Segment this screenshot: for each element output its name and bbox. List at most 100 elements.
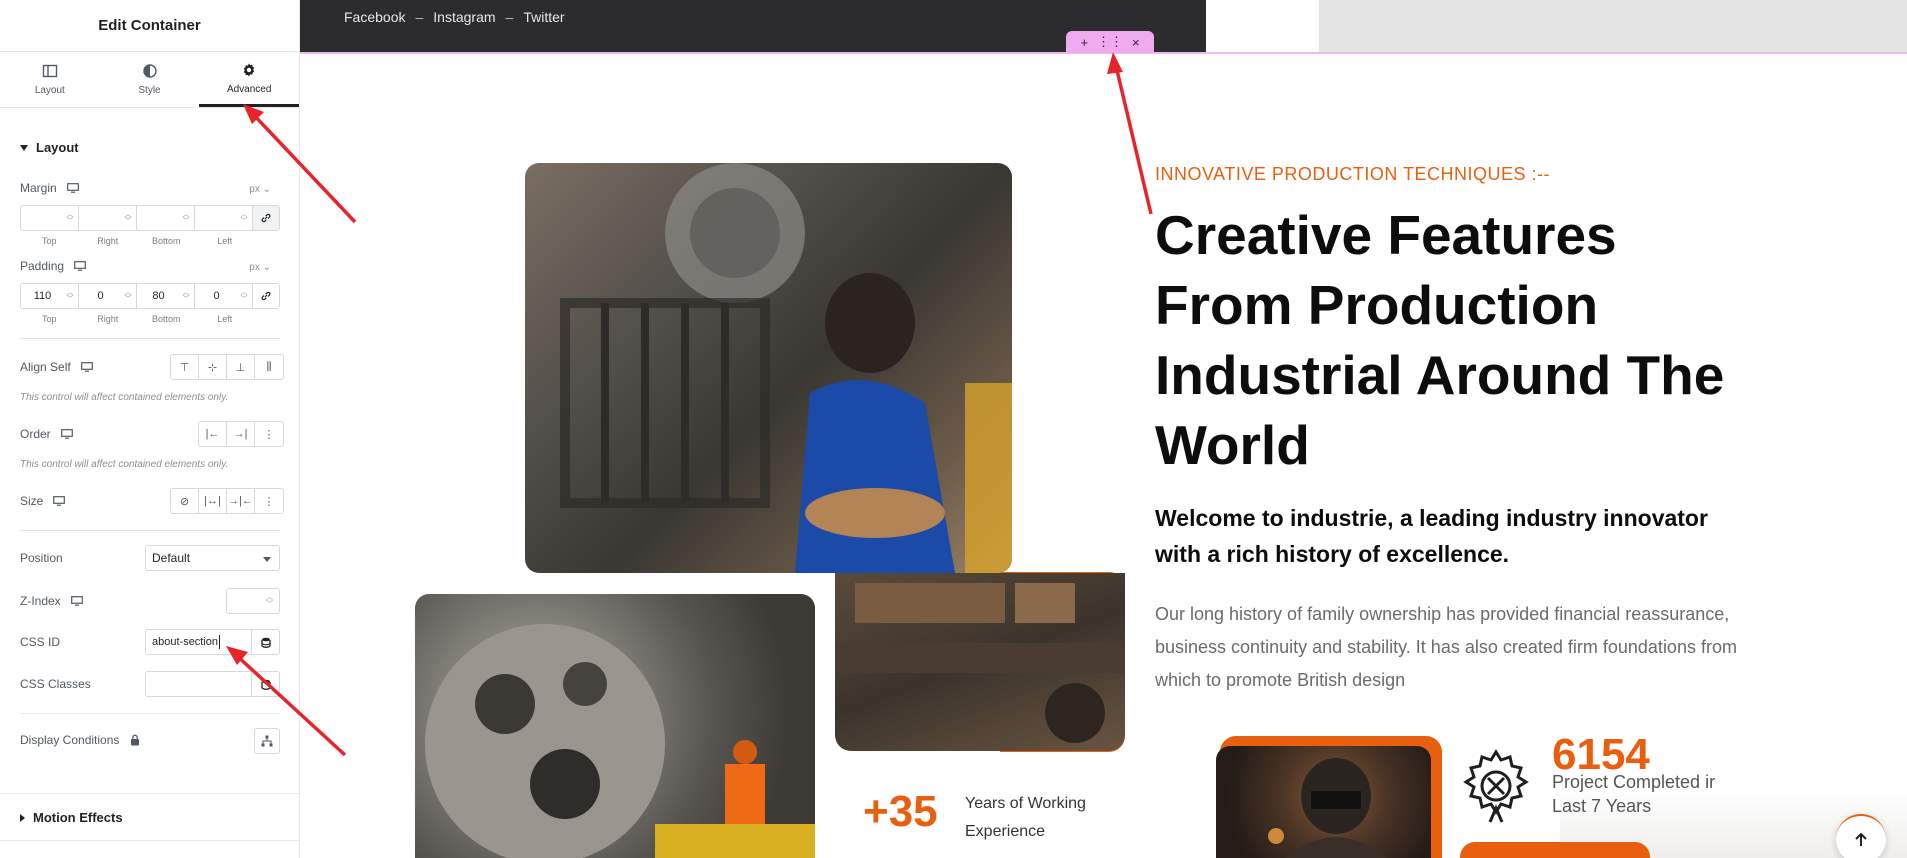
desktop-icon[interactable] [70, 596, 83, 606]
gear-wrench-icon [1460, 746, 1532, 830]
divider [20, 713, 280, 714]
align-start-icon[interactable]: ⊤ [171, 355, 199, 379]
side-label: Right [97, 314, 119, 324]
padding-bottom-input[interactable]: 80 ︿ ﹀ [137, 284, 195, 308]
order-hint: This control will affect contained eleme… [20, 459, 229, 470]
desktop-icon[interactable] [53, 496, 66, 506]
css-id-input[interactable]: about-section [145, 629, 280, 655]
link-values-button[interactable] [253, 206, 279, 230]
padding-unit-select[interactable]: px ⌄ [249, 262, 271, 273]
divider [0, 840, 299, 841]
padding-label: Padding [20, 259, 86, 273]
spinner-icon[interactable]: ︿ ﹀ [239, 211, 249, 225]
tab-advanced[interactable]: Advanced [199, 52, 299, 107]
shrink-icon[interactable]: →|← [227, 489, 255, 513]
label-text: CSS Classes [20, 677, 91, 691]
facebook-link[interactable]: Facebook [344, 9, 405, 25]
margin-right-input[interactable]: ︿ ﹀ [79, 206, 137, 230]
align-stretch-icon[interactable]: ⫼ [255, 355, 283, 379]
label-text: Align Self [20, 360, 71, 374]
display-conditions-button[interactable] [254, 728, 280, 754]
dynamic-tags-icon[interactable] [251, 630, 279, 654]
divider [20, 530, 280, 531]
padding-left-input[interactable]: 0 ︿ ﹀ [195, 284, 253, 308]
layout-section-toggle[interactable]: Layout [0, 140, 99, 155]
motion-effects-toggle[interactable]: Motion Effects [0, 810, 143, 825]
orange-button-shape[interactable] [1460, 842, 1650, 858]
desktop-icon[interactable] [80, 362, 93, 372]
workbench-photo [835, 573, 1125, 751]
link-values-button[interactable] [253, 284, 279, 308]
padding-right-input[interactable]: 0 ︿ ﹀ [79, 284, 137, 308]
dynamic-tags-icon[interactable] [251, 672, 279, 696]
value: 0 [213, 290, 220, 302]
align-self-label: Align Self [20, 360, 93, 374]
display-conditions-label: Display Conditions [20, 733, 141, 747]
instagram-link[interactable]: Instagram [433, 9, 495, 25]
more-icon[interactable]: ⋮ [255, 489, 283, 513]
tab-label: Layout [34, 85, 65, 96]
spinner-icon[interactable]: ︿ ﹀ [65, 289, 75, 303]
align-end-icon[interactable]: ⊥ [227, 355, 255, 379]
z-index-label: Z-Index [20, 594, 83, 608]
side-label: Bottom [151, 314, 181, 324]
padding-side-labels: Top Right Bottom Left [20, 314, 254, 324]
tab-style[interactable]: Style [100, 52, 200, 107]
padding-top-input[interactable]: 110 ︿ ﹀ [21, 284, 79, 308]
order-label: Order [20, 427, 73, 441]
label-text: CSS ID [20, 635, 61, 649]
select-value: Default [152, 551, 191, 565]
order-start-icon[interactable]: |← [199, 422, 227, 446]
gear-icon [243, 63, 255, 76]
align-center-icon[interactable]: ⊹ [199, 355, 227, 379]
side-label: Left [217, 314, 233, 324]
spinner-icon[interactable]: ︿ ﹀ [181, 211, 191, 225]
sphere-illustration [425, 624, 815, 858]
twitter-link[interactable]: Twitter [523, 9, 564, 25]
tab-layout[interactable]: Layout [0, 52, 100, 107]
spinner-icon[interactable]: ︿ ﹀ [239, 289, 249, 303]
spinner-icon[interactable]: ︿ ﹀ [123, 211, 133, 225]
order-end-icon[interactable]: →| [227, 422, 255, 446]
welder-illustration [1268, 758, 1386, 858]
add-icon[interactable]: + [1080, 35, 1088, 50]
desktop-icon[interactable] [74, 261, 86, 271]
welder-photo [1216, 746, 1431, 858]
align-self-hint: This control will affect contained eleme… [20, 392, 229, 403]
panel-title: Edit Container [0, 0, 299, 52]
editor-panel: Edit Container Layout Style Advanced Lay… [0, 0, 300, 858]
none-icon[interactable]: ⊘ [171, 489, 199, 513]
section-kicker: INNOVATIVE PRODUCTION TECHNIQUES :-- [1155, 164, 1551, 184]
desktop-icon[interactable] [66, 183, 79, 193]
css-classes-label: CSS Classes [20, 677, 91, 691]
margin-side-labels: Top Right Bottom Left [20, 236, 254, 246]
margin-left-input[interactable]: ︿ ﹀ [195, 206, 253, 230]
spinner-icon[interactable]: ︿ ﹀ [65, 211, 75, 225]
section-headline: Creative Features From Production Indust… [1155, 204, 1725, 476]
drag-handle-icon[interactable]: ⋮⋮ [1097, 34, 1123, 50]
unit-text: px [249, 184, 260, 195]
input-value: about-section [152, 636, 219, 648]
style-icon [142, 64, 157, 78]
grow-icon[interactable]: |↔| [199, 489, 227, 513]
position-select[interactable]: Default [145, 545, 280, 571]
spinner-icon[interactable]: ︿ ﹀ [181, 289, 191, 303]
close-icon[interactable]: × [1132, 35, 1140, 50]
label-text: Size [20, 494, 44, 508]
workbench-illustration [835, 583, 1125, 743]
margin-unit-select[interactable]: px ⌄ [249, 184, 271, 195]
section-title: Motion Effects [33, 810, 123, 825]
worker-machine-photo [525, 163, 1012, 573]
link-icon [261, 213, 271, 223]
margin-top-input[interactable]: ︿ ﹀ [21, 206, 79, 230]
scroll-to-top-button[interactable] [1836, 814, 1886, 858]
label-text: Z-Index [20, 594, 61, 608]
margin-bottom-input[interactable]: ︿ ﹀ [137, 206, 195, 230]
css-classes-input[interactable] [145, 671, 280, 697]
z-index-input[interactable]: ︿ ﹀ [226, 588, 280, 614]
spinner-icon[interactable]: ︿ ﹀ [123, 289, 133, 303]
more-icon[interactable]: ⋮ [255, 422, 283, 446]
order-buttons: |← →| ⋮ [198, 421, 284, 447]
desktop-icon[interactable] [60, 429, 73, 439]
spinner-icon[interactable]: ︿ ﹀ [266, 594, 273, 608]
